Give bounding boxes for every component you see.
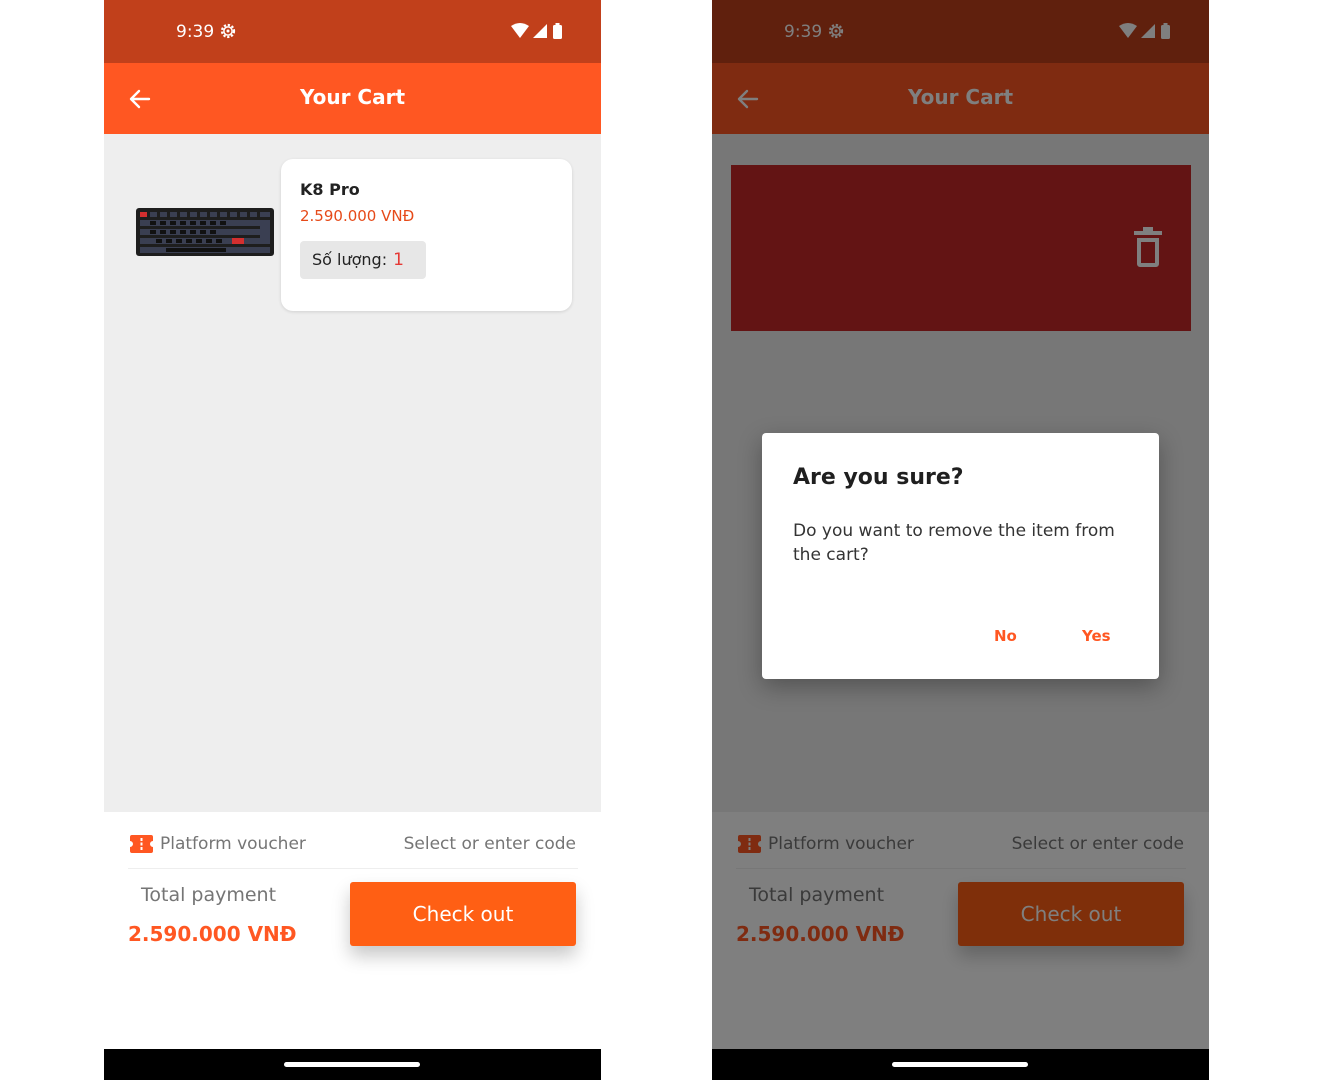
home-gesture-pill[interactable] (284, 1062, 420, 1067)
dialog-message: Do you want to remove the item from the … (793, 521, 1115, 565)
dialog-title: Are you sure? (793, 465, 964, 490)
checkout-button[interactable]: Check out (350, 882, 576, 946)
quantity-value: 1 (393, 250, 404, 270)
voucher-select-link[interactable]: Select or enter code (404, 834, 576, 854)
status-bar: 9:39 (104, 0, 601, 63)
total-label: Total payment (141, 884, 277, 906)
dialog-no-button[interactable]: No (994, 627, 1017, 645)
navigation-bar (104, 1049, 601, 1080)
system-status-icons (511, 23, 562, 39)
product-name: K8 Pro (300, 180, 360, 199)
quantity-label: Số lượng: (312, 250, 388, 269)
product-price: 2.590.000 VNĐ (300, 207, 415, 225)
app-bar: Your Cart (104, 63, 601, 134)
divider (128, 868, 578, 869)
home-gesture-pill[interactable] (892, 1062, 1028, 1067)
page-title: Your Cart (299, 85, 406, 109)
voucher-label: Platform voucher (160, 834, 306, 854)
cart-list: K8 Pro 2.590.000 VNĐ Số lượng: 1 (104, 134, 601, 812)
product-image[interactable] (136, 206, 274, 258)
confirm-remove-dialog: Are you sure? Do you want to remove the … (762, 433, 1159, 679)
total-value: 2.590.000 VNĐ (128, 922, 297, 946)
quantity-box[interactable]: Số lượng: 1 (300, 241, 426, 279)
settings-gear-icon (220, 23, 236, 39)
battery-icon (553, 25, 562, 39)
navigation-bar (712, 1049, 1209, 1080)
wifi-icon (511, 23, 529, 38)
ticket-icon (130, 835, 153, 853)
phone-screen-remove-dialog: 9:39 Your Cart (712, 0, 1209, 1080)
signal-icon (533, 24, 547, 38)
dialog-yes-button[interactable]: Yes (1082, 627, 1111, 645)
status-time: 9:39 (176, 22, 215, 42)
cart-item-card[interactable]: K8 Pro 2.590.000 VNĐ Số lượng: 1 (281, 159, 572, 311)
checkout-panel: Platform voucher Select or enter code To… (104, 812, 601, 1049)
quantity-label-wrap: Số lượng: 1 (312, 250, 404, 270)
phone-screen-cart: 9:39 Your Cart K8 Pro 2.590.000 VNĐ Số l… (104, 0, 601, 1080)
